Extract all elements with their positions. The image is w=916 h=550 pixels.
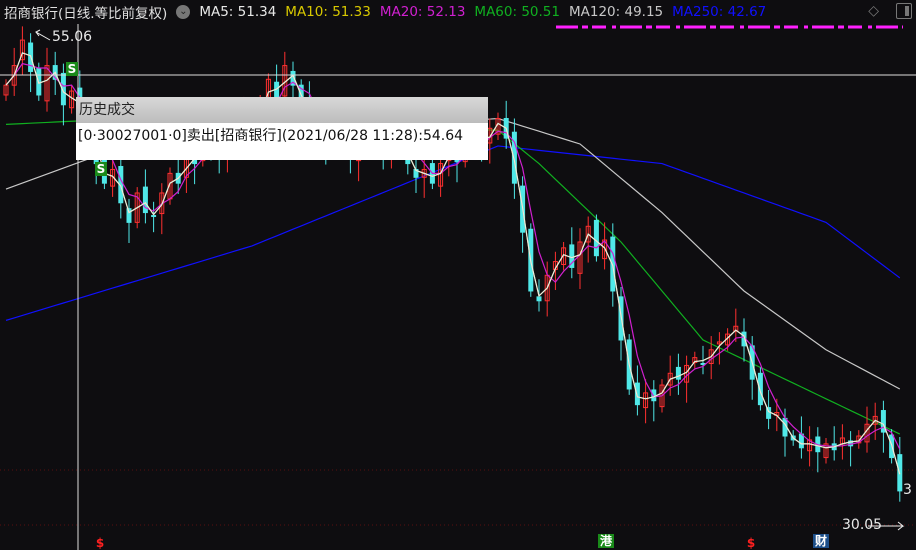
candle-down [798,433,804,449]
ma250-line [5,145,901,321]
candlestick-chart[interactable] [0,0,916,550]
candle-down [634,382,640,406]
ma20-label: MA20: 52.13 [379,4,466,20]
low-price-label: 30.05 [842,517,883,533]
ma10-label: MA10: 51.33 [285,4,371,20]
diamond-icon[interactable]: ◇ [868,3,879,19]
ma250-label: MA250: 42.67 [672,4,767,20]
candle-down [610,236,616,292]
high-arrow-icon [34,29,51,41]
dividend-marker[interactable]: $ [745,536,757,550]
candle-down [593,219,599,257]
chart-title: 招商银行(日线.等比前复权) [4,6,168,22]
hk-connect-marker[interactable]: 港 [598,534,614,548]
chart-header: 招商银行(日线.等比前复权) ⌄ MA5: 51.34 MA10: 51.33 … [0,0,916,24]
financial-report-marker[interactable]: 财 [813,534,829,548]
chevron-down-icon[interactable]: ⌄ [176,5,191,19]
candle-down [151,215,157,218]
ma120-label: MA120: 49.15 [568,4,664,20]
panel-toggle-icon[interactable] [896,3,912,19]
ma60-label: MA60: 50.51 [474,4,560,20]
ma5-label: MA5: 51.34 [199,4,277,20]
high-price-label: 55.06 [52,29,93,45]
candle-down [700,362,706,365]
dividend-marker[interactable]: $ [94,536,106,550]
tooltip-title: 历史成交 [76,97,488,123]
trade-history-tooltip: 历史成交 [0·30027001·0]卖出[招商银行](2021/06/28 1… [76,97,488,160]
candle-down [675,366,681,380]
last-price-label: 3 [903,482,912,498]
candle-down [536,296,542,302]
sell-marker[interactable]: S [66,62,78,76]
tooltip-text: [0·30027001·0]卖出[招商银行](2021/06/28 11:28)… [78,128,464,144]
sell-marker[interactable]: S [95,162,107,176]
